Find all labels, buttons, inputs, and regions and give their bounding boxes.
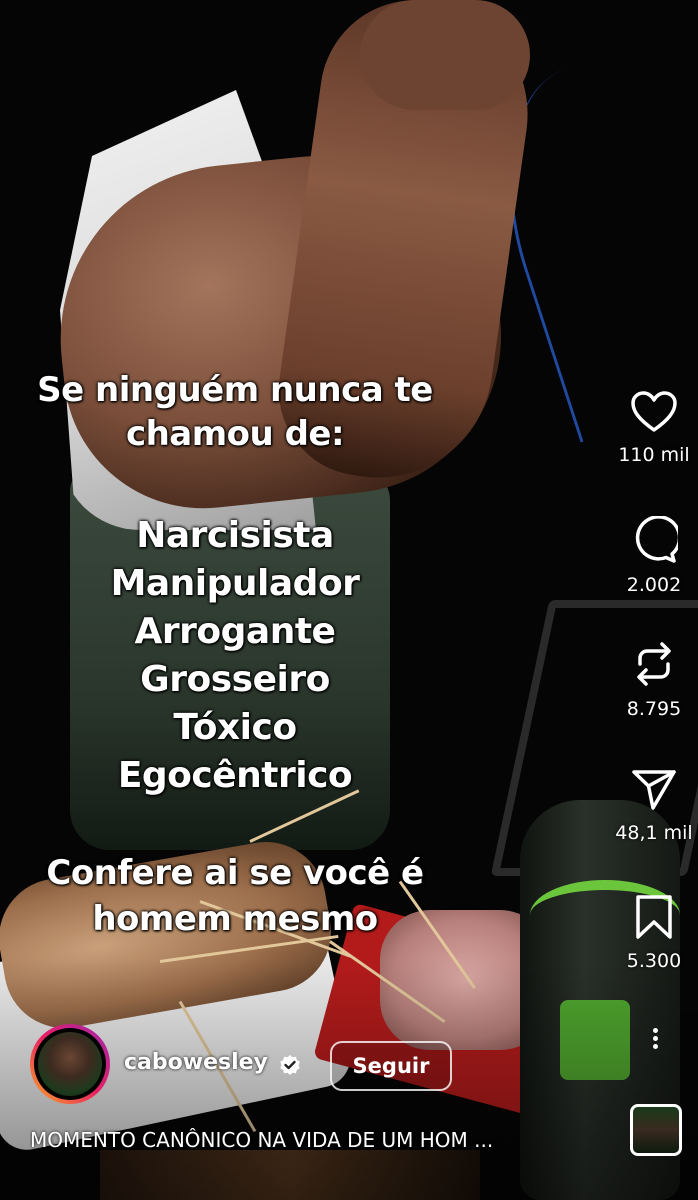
more-options-button[interactable]: [645, 1025, 665, 1059]
avatar-image: [38, 1032, 102, 1096]
overlay-intro-text: Se ninguém nunca te chamou de:: [0, 368, 470, 456]
repost-count: 8.795: [626, 698, 682, 720]
trait-item: Arrogante: [134, 611, 336, 652]
audio-thumbnail[interactable]: [630, 1104, 682, 1156]
author-username[interactable]: cabowesley: [124, 1050, 268, 1075]
save-button[interactable]: 5.300: [592, 894, 698, 972]
bookmark-icon: [636, 895, 672, 939]
reel-description[interactable]: MOMENTO CANÔNICO NA VIDA DE UM HOM ...: [30, 1128, 590, 1152]
heart-icon: [631, 391, 677, 432]
comment-icon: [635, 516, 678, 563]
overlay-closing-text: Confere ai se você é homem mesmo: [0, 850, 470, 942]
trait-item: Tóxico: [173, 707, 297, 748]
comment-button[interactable]: 2.002: [592, 516, 698, 596]
verified-badge-icon: [280, 1055, 300, 1075]
comment-count: 2.002: [626, 574, 682, 596]
overlay-line-1: Se ninguém nunca te: [37, 370, 433, 410]
overlay-trait-list: Narcisista Manipulador Arrogante Grossei…: [0, 512, 470, 800]
follow-button[interactable]: Seguir: [330, 1041, 452, 1091]
trait-item: Egocêntrico: [117, 755, 353, 796]
trait-item: Grosseiro: [140, 659, 330, 700]
avatar-ring-gap: [34, 1028, 106, 1100]
reel-viewer[interactable]: Se ninguém nunca te chamou de: Narcisist…: [0, 0, 698, 1200]
overlay-closing-line-2: homem mesmo: [92, 899, 378, 939]
share-button[interactable]: 48,1 mil: [592, 768, 698, 844]
trait-item: Narcisista: [136, 515, 334, 556]
save-count: 5.300: [626, 950, 682, 972]
like-count: 110 mil: [618, 444, 690, 466]
like-button[interactable]: 110 mil: [592, 390, 698, 466]
overlay-closing-line-1: Confere ai se você é: [46, 853, 424, 893]
more-vertical-icon: [645, 1028, 665, 1049]
trait-item: Manipulador: [110, 563, 360, 604]
overlay-line-2: chamou de:: [125, 414, 345, 454]
repost-icon: [637, 642, 671, 686]
send-icon: [632, 770, 676, 810]
repost-button[interactable]: 8.795: [592, 640, 698, 720]
author-avatar[interactable]: [30, 1024, 110, 1104]
share-count: 48,1 mil: [615, 822, 693, 844]
